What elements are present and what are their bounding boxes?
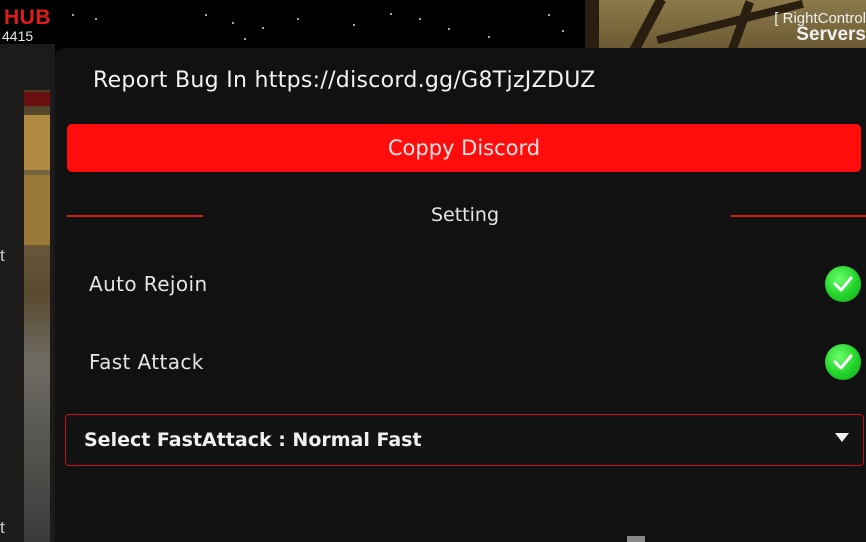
- background-pillar-gold-lower: [24, 175, 50, 245]
- settings-panel: Report Bug In https://discord.gg/G8TjzJZ…: [55, 48, 866, 542]
- hub-id-text: 4415: [2, 28, 34, 44]
- scrollbar-stub[interactable]: [627, 536, 645, 542]
- checkmark-icon[interactable]: [825, 344, 861, 380]
- checkmark-icon[interactable]: [825, 266, 861, 302]
- toggle-label: Fast Attack: [89, 350, 204, 374]
- background-pillar-gold: [24, 115, 50, 170]
- fast-attack-dropdown[interactable]: Select FastAttack : Normal Fast: [65, 414, 864, 466]
- servers-label[interactable]: Servers: [796, 24, 866, 46]
- toggle-row-fast-attack[interactable]: Fast Attack: [67, 338, 861, 388]
- side-text-fragment: t: [0, 246, 5, 265]
- game-screen: HUB 4415 [ RightControl Servers t t Repo…: [0, 0, 866, 542]
- side-text-fragment: t: [0, 518, 5, 537]
- section-divider-right: [731, 215, 866, 217]
- chevron-down-icon[interactable]: [835, 433, 849, 442]
- copy-discord-button[interactable]: Coppy Discord: [67, 124, 861, 172]
- toggle-label: Auto Rejoin: [89, 272, 208, 296]
- hub-logo: HUB: [4, 6, 51, 29]
- dropdown-label: Select FastAttack : Normal Fast: [84, 429, 422, 451]
- toggle-row-auto-rejoin[interactable]: Auto Rejoin: [67, 260, 861, 310]
- background-pillar-red: [24, 92, 50, 106]
- report-bug-text: Report Bug In https://discord.gg/G8TjzJZ…: [93, 68, 596, 93]
